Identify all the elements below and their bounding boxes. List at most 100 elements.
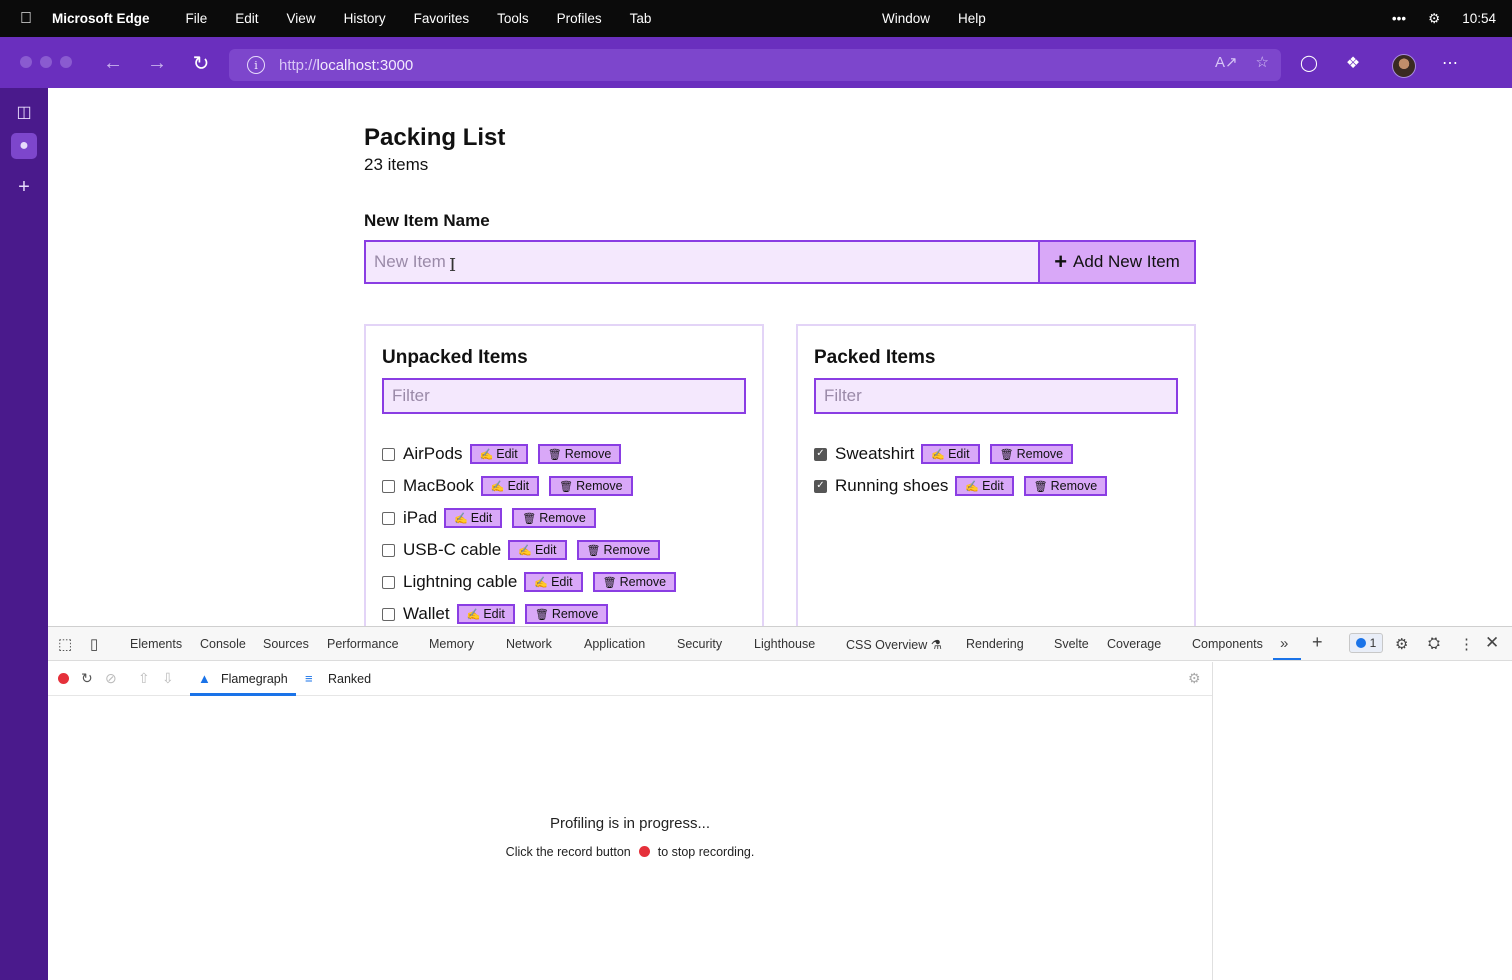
item-name: iPad (403, 508, 438, 527)
active-tab-favicon-icon[interactable]: ● (11, 133, 37, 159)
item-checkbox[interactable] (382, 575, 395, 589)
window-controls[interactable] (20, 56, 72, 68)
upload-profile-icon[interactable]: ⇧ (138, 670, 150, 687)
edit-button[interactable]: ✍ Edit (469, 444, 528, 464)
read-aloud-icon[interactable]: A↗ (1215, 53, 1238, 71)
menu-help[interactable]: Help (944, 11, 1000, 26)
new-item-input[interactable] (364, 240, 1040, 284)
remove-button[interactable]: 🗑 Remove (524, 604, 609, 624)
menu-tools[interactable]: Tools (483, 11, 543, 26)
profiler-settings-gear-icon[interactable]: ⚙ (1188, 670, 1201, 687)
item-name: AirPods (403, 444, 463, 463)
address-bar[interactable]: i http://localhost:3000 A↗ ☆ (229, 49, 1281, 81)
item-checkbox[interactable] (382, 607, 395, 621)
device-emulation-icon[interactable]: ▯ (90, 635, 98, 653)
browser-essentials-icon[interactable]: ◯ (1297, 51, 1321, 75)
extensions-icon[interactable]: ❖ (1341, 51, 1365, 75)
menu-profiles[interactable]: Profiles (543, 11, 616, 26)
tab-actions-icon[interactable]: ◫ (11, 99, 37, 125)
control-center-icon[interactable]: ⚙ (1428, 11, 1440, 27)
remove-button[interactable]: 🗑 Remove (512, 508, 596, 528)
edit-button[interactable]: ✍ Edit (921, 444, 980, 464)
item-checkbox[interactable] (382, 511, 395, 525)
new-tab-plus-icon[interactable]: + (11, 174, 37, 200)
forward-icon[interactable]: → (144, 50, 170, 76)
edit-button[interactable]: ✍ Edit (524, 572, 583, 592)
item-checkbox[interactable] (382, 479, 395, 493)
record-button-icon[interactable] (58, 673, 69, 684)
add-tool-plus-icon[interactable]: + (1312, 632, 1323, 653)
apple-icon[interactable]:  (0, 10, 52, 28)
more-dots-icon[interactable]: ••• (1392, 11, 1406, 26)
reload-and-profile-icon[interactable]: ↻ (81, 670, 93, 687)
profiler-toolbar: ↻ ⊘ ⇧ ⇩ ▲ Flamegraph ≡ Ranked ⚙ (48, 662, 1212, 696)
tab-performance[interactable]: Performance (327, 637, 399, 651)
profile-avatar[interactable] (1392, 54, 1416, 78)
devtools-more-icon[interactable]: ⋮ (1459, 635, 1474, 653)
issues-badge[interactable]: 1 (1349, 633, 1383, 653)
menu-bar:  Microsoft Edge File Edit View History … (0, 0, 1512, 37)
edit-button[interactable]: ✍ Edit (955, 476, 1014, 496)
item-checkbox[interactable] (382, 543, 395, 557)
tab-memory[interactable]: Memory (429, 637, 474, 651)
tab-application[interactable]: Application (584, 637, 645, 651)
download-profile-icon[interactable]: ⇩ (162, 670, 174, 687)
settings-more-icon[interactable]: ⋯ (1438, 51, 1462, 75)
close-devtools-icon[interactable]: ✕ (1485, 633, 1499, 653)
pencil-icon: ✍ (518, 544, 532, 557)
menu-view[interactable]: View (273, 11, 330, 26)
add-new-item-button[interactable]: + Add New Item (1040, 240, 1196, 284)
tab-console[interactable]: Console (200, 637, 246, 651)
menu-favorites[interactable]: Favorites (400, 11, 484, 26)
edit-button[interactable]: ✍ Edit (480, 476, 540, 496)
tab-rendering[interactable]: Rendering (966, 637, 1024, 651)
item-checkbox-checked[interactable]: ✓ (814, 479, 827, 493)
remove-button[interactable]: 🗑 Remove (592, 572, 677, 592)
remove-button[interactable]: 🗑 Remove (537, 444, 622, 464)
remove-label: Remove (1050, 479, 1098, 493)
tab-coverage[interactable]: Coverage (1107, 637, 1161, 651)
clear-profile-icon[interactable]: ⊘ (105, 670, 117, 687)
menu-history[interactable]: History (330, 11, 400, 26)
tab-elements[interactable]: Elements (130, 637, 182, 651)
site-info-icon[interactable]: i (247, 56, 265, 74)
edit-button[interactable]: ✍ Edit (456, 604, 515, 624)
tab-lighthouse[interactable]: Lighthouse (754, 637, 815, 651)
packed-filter-input[interactable] (814, 378, 1178, 414)
remove-button[interactable]: 🗑 Remove (549, 476, 633, 496)
more-tabs-chevron-icon[interactable]: » (1280, 635, 1288, 652)
remove-button[interactable]: 🗑 Remove (576, 540, 661, 560)
tab-ranked[interactable]: Ranked (328, 672, 371, 686)
add-favorite-icon[interactable]: ☆ (1256, 53, 1269, 71)
close-window-icon[interactable] (20, 56, 32, 68)
menu-window[interactable]: Window (868, 11, 944, 26)
app-name[interactable]: Microsoft Edge (52, 11, 150, 26)
unpacked-filter-input[interactable] (382, 378, 746, 414)
feedback-icon[interactable]: ⛭ (1428, 635, 1440, 652)
edit-button[interactable]: ✍ Edit (444, 508, 503, 528)
tab-sources[interactable]: Sources (263, 637, 309, 651)
profiling-status-hint: Click the record button to stop recording… (48, 845, 1212, 859)
menu-tab[interactable]: Tab (616, 11, 666, 26)
tab-svelte[interactable]: Svelte (1054, 637, 1089, 651)
tab-security[interactable]: Security (677, 637, 722, 651)
back-icon[interactable]: ← (100, 50, 126, 76)
item-checkbox-checked[interactable]: ✓ (814, 447, 827, 461)
menu-edit[interactable]: Edit (221, 11, 272, 26)
tab-flamegraph[interactable]: Flamegraph (221, 672, 288, 686)
inspect-element-icon[interactable]: ⬚ (58, 635, 72, 653)
tab-network[interactable]: Network (506, 637, 552, 651)
menubar-clock[interactable]: 10:54 (1462, 11, 1496, 26)
menu-file[interactable]: File (172, 11, 222, 26)
refresh-icon[interactable]: ↻ (188, 50, 214, 76)
minimize-window-icon[interactable] (40, 56, 52, 68)
edit-label: Edit (551, 575, 573, 589)
item-checkbox[interactable] (382, 447, 395, 461)
devtools-settings-gear-icon[interactable]: ⚙ (1395, 635, 1408, 653)
tab-css-overview[interactable]: CSS Overview ⚗ (846, 637, 942, 652)
zoom-window-icon[interactable] (60, 56, 72, 68)
edit-button[interactable]: ✍ Edit (508, 540, 567, 560)
tab-components[interactable]: Components (1192, 637, 1263, 651)
remove-button[interactable]: 🗑 Remove (989, 444, 1074, 464)
remove-button[interactable]: 🗑 Remove (1023, 476, 1108, 496)
